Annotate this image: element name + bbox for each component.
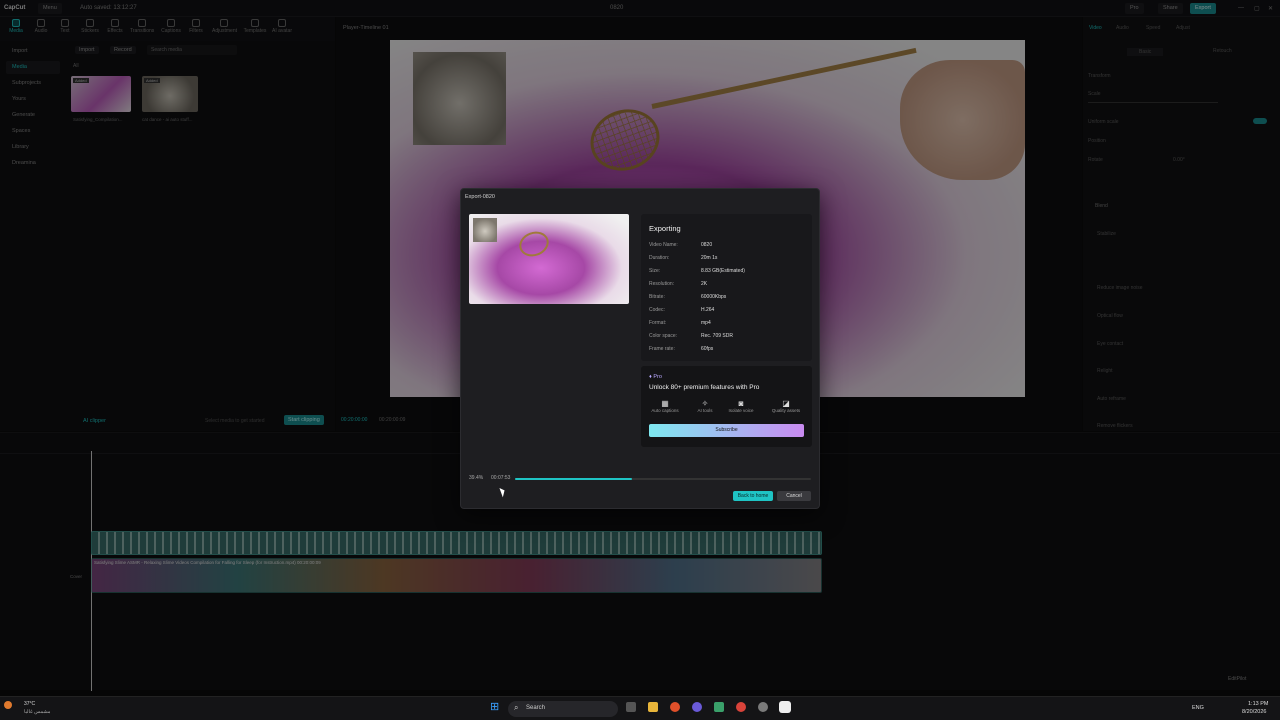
field-key: Resolution:	[649, 281, 675, 287]
promo-heading: Unlock 80+ premium features with Pro	[649, 384, 760, 391]
export-info-panel: Exporting Video Name: 0820 Duration: 20m 1…	[641, 214, 812, 361]
weather-desc: مشمس غالبا	[24, 709, 51, 715]
field-key: Format:	[649, 320, 667, 326]
field-key: Duration:	[649, 255, 670, 261]
export-dialog: Export-0820 Exporting Video Name: 0820 Du…	[460, 188, 820, 509]
field-key: Color space:	[649, 333, 678, 339]
cat-overlay-thumb	[473, 218, 497, 242]
app-icon[interactable]	[714, 702, 724, 712]
subscribe-button[interactable]: Subscribe	[649, 424, 804, 437]
field-key: Bitrate:	[649, 294, 665, 300]
weather-icon	[4, 701, 12, 709]
export-heading: Exporting	[649, 224, 681, 233]
pro-badge: ♦ Pro	[649, 374, 662, 380]
field-value: Rec. 709 SDR	[701, 333, 733, 339]
field-value: H.264	[701, 307, 715, 313]
brave-browser-icon[interactable]	[670, 702, 680, 712]
progress-percent: 39.4%	[469, 475, 484, 481]
feature-ai-tools: ✧ AI tools	[689, 399, 721, 414]
voice-icon: ◙	[738, 399, 744, 408]
discord-icon[interactable]	[692, 702, 702, 712]
taskbar-search[interactable]: ⌕ Search	[508, 701, 618, 717]
progress-elapsed: 00:07:53	[491, 475, 511, 481]
field-value: 60000Kbps	[701, 294, 727, 300]
file-explorer-icon[interactable]	[648, 702, 658, 712]
field-value: 2K	[701, 281, 708, 287]
field-value: 20m 1s	[701, 255, 718, 261]
export-preview-thumbnail	[469, 214, 629, 304]
feature-isolate-voice: ◙ Isolate voice	[725, 399, 757, 414]
weather-temp: 37°C	[24, 701, 36, 707]
search-icon: ⌕	[514, 703, 519, 712]
field-value: 8.83 GB(Estimated)	[701, 268, 745, 274]
taskbar: 37°C مشمس غالبا ⊞ ⌕ Search ENG 1:13 PM 8…	[0, 696, 1280, 720]
racket-thumb	[515, 227, 553, 261]
field-value: 60fps	[701, 346, 714, 352]
feature-auto-captions: ▦ Auto captions	[649, 399, 681, 414]
diamond-icon: ♦	[649, 374, 652, 380]
progress-track	[515, 478, 811, 480]
field-key: Video Name:	[649, 242, 678, 248]
pro-promo-card: ♦ Pro Unlock 80+ premium features with P…	[641, 366, 812, 447]
cancel-button[interactable]: Cancel	[777, 491, 811, 501]
capcut-taskbar-icon[interactable]	[779, 701, 791, 713]
back-to-home-button[interactable]: Back to home	[733, 491, 773, 501]
dialog-title: Export-0820	[465, 194, 495, 200]
clock-date[interactable]: 8/20/2026	[1242, 709, 1266, 715]
assets-icon: ◪	[782, 399, 790, 408]
field-key: Frame rate:	[649, 346, 675, 352]
chrome-icon[interactable]	[736, 702, 746, 712]
language-indicator[interactable]: ENG	[1192, 705, 1204, 711]
windows-start-icon[interactable]: ⊞	[490, 702, 499, 713]
clock-time[interactable]: 1:13 PM	[1248, 701, 1268, 707]
captions-icon: ▦	[661, 399, 669, 408]
feature-quality-assets: ◪ Quality assets	[767, 399, 805, 414]
progress-fill	[515, 478, 632, 480]
field-value: mp4	[701, 320, 711, 326]
field-key: Size:	[649, 268, 661, 274]
task-view-icon[interactable]	[626, 702, 636, 712]
field-value: 0820	[701, 242, 713, 248]
field-key: Codec:	[649, 307, 665, 313]
ai-tools-icon: ✧	[701, 399, 709, 408]
settings-icon[interactable]	[758, 702, 768, 712]
